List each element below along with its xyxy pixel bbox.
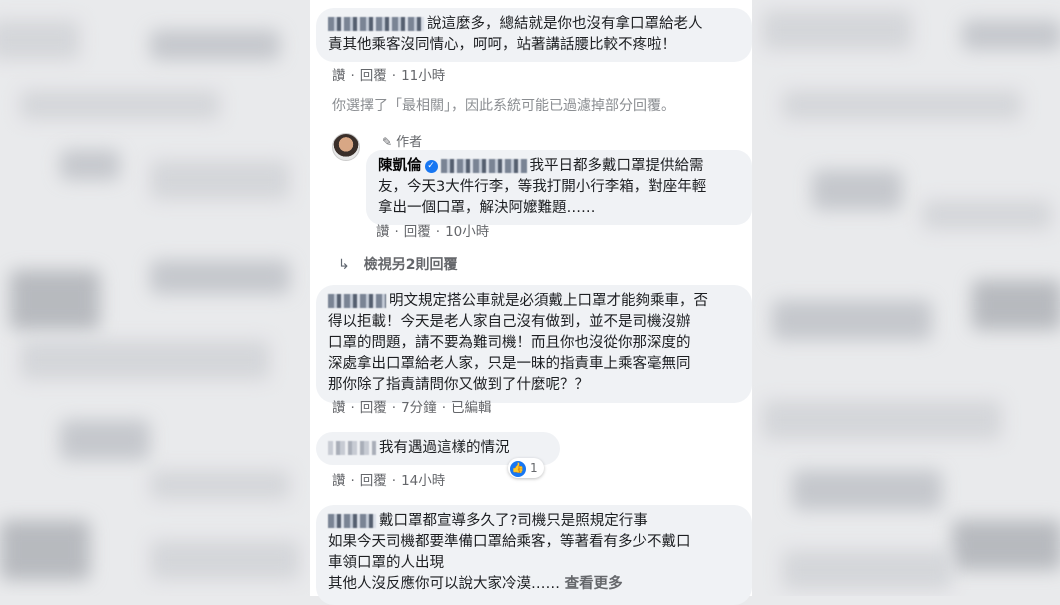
like-reaction-icon: 👍 xyxy=(510,460,526,477)
pencil-icon: ✎ xyxy=(382,135,393,149)
comment-text: 得以拒載！今天是老人家自己沒有做到，並不是司機沒辦 xyxy=(328,314,691,330)
comment-actions: 讚 · 回覆 · 14小時 xyxy=(332,473,446,489)
redacted-username xyxy=(328,17,424,31)
see-more-link[interactable]: 查看更多 xyxy=(565,576,623,592)
reply-link[interactable]: 回覆 xyxy=(360,473,387,489)
timestamp[interactable]: 11小時 xyxy=(401,68,445,84)
blurred-background-left xyxy=(0,0,310,596)
comment-text: 口罩的問題，請不要為難司機！而且你也沒從你那深度的 xyxy=(328,335,691,351)
reply-arrow-icon: ↳ xyxy=(338,257,350,273)
like-link[interactable]: 讚 xyxy=(376,224,390,240)
reply-text: 我平日都多戴口罩提供給需 xyxy=(529,158,704,174)
comment-text: 明文規定搭公車就是必須戴上口罩才能夠乘車，否 xyxy=(389,293,708,309)
like-link[interactable]: 讚 xyxy=(332,400,346,416)
redacted-username xyxy=(328,514,376,528)
author-reply-bubble: 陳凱倫 ✓ 我平日都多戴口罩提供給需 友，今天3大件行李，等我打開小行李箱，對座年輕… xyxy=(366,150,752,225)
reply-actions: 讚 · 回覆 · 10小時 xyxy=(376,224,490,240)
avatar[interactable] xyxy=(332,133,360,161)
redacted-username xyxy=(328,441,376,455)
reply-link[interactable]: 回覆 xyxy=(360,400,387,416)
reaction-count[interactable]: 👍 1 xyxy=(508,458,544,478)
comment-text: 那你除了指責請問你又做到了什麼呢？？ xyxy=(328,377,589,393)
comment-text: 我有遇過這樣的情況 xyxy=(379,440,510,456)
like-link[interactable]: 讚 xyxy=(332,68,346,84)
view-more-replies[interactable]: ↳ 檢視另2則回覆 xyxy=(338,254,457,274)
comment-text: 車領口罩的人出現 xyxy=(328,555,444,571)
comment-bubble: 戴口罩都宣導多久了?司機只是照規定行事 如果今天司機都要準備口罩給乘客，等著看有… xyxy=(316,505,752,605)
reply-link[interactable]: 回覆 xyxy=(404,224,431,240)
filter-notice: 你選擇了「最相關」，因此系統可能已過濾掉部分回覆。 xyxy=(332,98,675,114)
comment-text: 深處拿出口罩給老人家，只是一昧的指責車上乘客毫無同 xyxy=(328,356,691,372)
reply-link[interactable]: 回覆 xyxy=(360,68,387,84)
redacted-text xyxy=(440,159,527,173)
comment-text: 戴口罩都宣導多久了?司機只是照規定行事 xyxy=(379,513,648,529)
redacted-username xyxy=(328,294,386,308)
timestamp[interactable]: 7分鐘 xyxy=(401,400,437,416)
comment-actions: 讚 · 回覆 · 7分鐘 · 已編輯 xyxy=(332,400,492,416)
author-badge: ✎ 作者 xyxy=(382,131,422,150)
comment-text: 其他人沒反應你可以說大家冷漠…… xyxy=(328,576,560,592)
comment-text: 責其他乘客沒同情心，呵呵，站著講話腰比較不疼啦！ xyxy=(328,37,676,53)
comment-text: 說這麼多，總結就是你也沒有拿口罩給老人 xyxy=(427,16,703,32)
comment-actions: 讚 · 回覆 · 11小時 xyxy=(332,68,446,84)
author-label: 作者 xyxy=(396,135,423,150)
comment-bubble: 說這麼多，總結就是你也沒有拿口罩給老人 責其他乘客沒同情心，呵呵，站著講話腰比較… xyxy=(316,8,752,62)
blurred-background-right xyxy=(752,0,1060,596)
comment-text: 如果今天司機都要準備口罩給乘客，等著看有多少不戴口 xyxy=(328,534,691,550)
view-more-replies-label: 檢視另2則回覆 xyxy=(363,257,458,273)
reaction-count-value: 1 xyxy=(530,461,538,475)
reply-text: 拿出一個口罩，解決阿嬤難題…… xyxy=(378,200,596,216)
reply-text: 友，今天3大件行李，等我打開小行李箱，對座年輕 xyxy=(378,179,707,195)
edited-label[interactable]: 已編輯 xyxy=(451,400,492,416)
timestamp[interactable]: 10小時 xyxy=(445,224,489,240)
timestamp[interactable]: 14小時 xyxy=(401,473,445,489)
author-name[interactable]: 陳凱倫 xyxy=(378,158,422,174)
comment-bubble: 明文規定搭公車就是必須戴上口罩才能夠乘車，否 得以拒載！今天是老人家自己沒有做到… xyxy=(316,285,752,403)
like-link[interactable]: 讚 xyxy=(332,473,346,489)
verified-badge-icon: ✓ xyxy=(424,159,438,173)
